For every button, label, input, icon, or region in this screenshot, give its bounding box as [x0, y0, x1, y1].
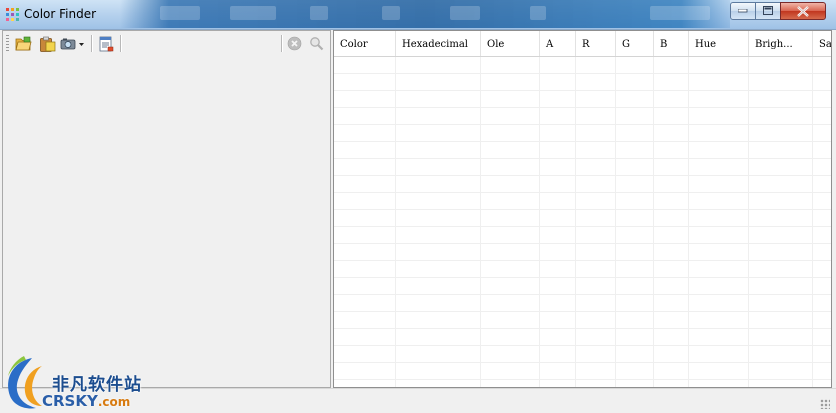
app-icon	[6, 8, 19, 21]
grid-header: Color Hexadecimal Ole A R G B Hue Brigh.…	[334, 31, 831, 57]
report-button[interactable]	[96, 34, 116, 53]
watermark: 非凡软件站 CRSKY.com	[0, 352, 162, 412]
toolbar	[3, 31, 330, 56]
column-header-b[interactable]: B	[654, 31, 689, 56]
client-area: Color Hexadecimal Ole A R G B Hue Brigh.…	[2, 30, 832, 388]
column-header-ole[interactable]: Ole	[481, 31, 540, 56]
watermark-brand: CRSKY	[42, 392, 98, 410]
watermark-domain: .com	[97, 395, 131, 409]
column-header-brightness[interactable]: Brigh...	[749, 31, 813, 56]
column-header-a[interactable]: A	[540, 31, 576, 56]
close-icon	[797, 5, 809, 17]
chevron-down-icon	[79, 42, 84, 46]
column-header-hexadecimal[interactable]: Hexadecimal	[396, 31, 481, 56]
column-header-g[interactable]: G	[616, 31, 654, 56]
minimize-button[interactable]	[730, 2, 756, 20]
resize-grip[interactable]	[820, 399, 830, 409]
title-bar[interactable]: Color Finder	[0, 0, 836, 30]
minimize-icon	[738, 9, 748, 13]
open-folder-button[interactable]	[13, 34, 33, 53]
clear-button[interactable]	[285, 34, 303, 53]
maximize-icon	[762, 6, 773, 15]
grid-rows[interactable]	[334, 57, 831, 387]
column-header-saturation[interactable]: Sa	[813, 31, 831, 56]
color-grid[interactable]: Color Hexadecimal Ole A R G B Hue Brigh.…	[333, 30, 832, 388]
paste-button[interactable]	[37, 34, 57, 53]
clipboard-icon	[39, 36, 55, 52]
column-header-color[interactable]: Color	[334, 31, 396, 56]
taskbar-backdrop	[120, 0, 730, 28]
capture-dropdown-button[interactable]	[60, 34, 86, 53]
column-header-hue[interactable]: Hue	[689, 31, 749, 56]
capture-icon	[60, 38, 84, 49]
image-pane[interactable]	[2, 30, 331, 388]
window-title: Color Finder	[24, 7, 97, 21]
zoom-button[interactable]	[307, 34, 325, 53]
report-icon	[99, 36, 114, 51]
watermark-en-text: CRSKY.com	[42, 392, 130, 410]
column-header-r[interactable]: R	[576, 31, 616, 56]
toolbar-grip[interactable]	[6, 35, 9, 51]
magnifier-icon	[309, 37, 323, 51]
open-folder-icon	[14, 36, 32, 51]
clear-icon	[287, 36, 301, 51]
close-button[interactable]	[780, 2, 826, 20]
maximize-button[interactable]	[755, 2, 781, 20]
